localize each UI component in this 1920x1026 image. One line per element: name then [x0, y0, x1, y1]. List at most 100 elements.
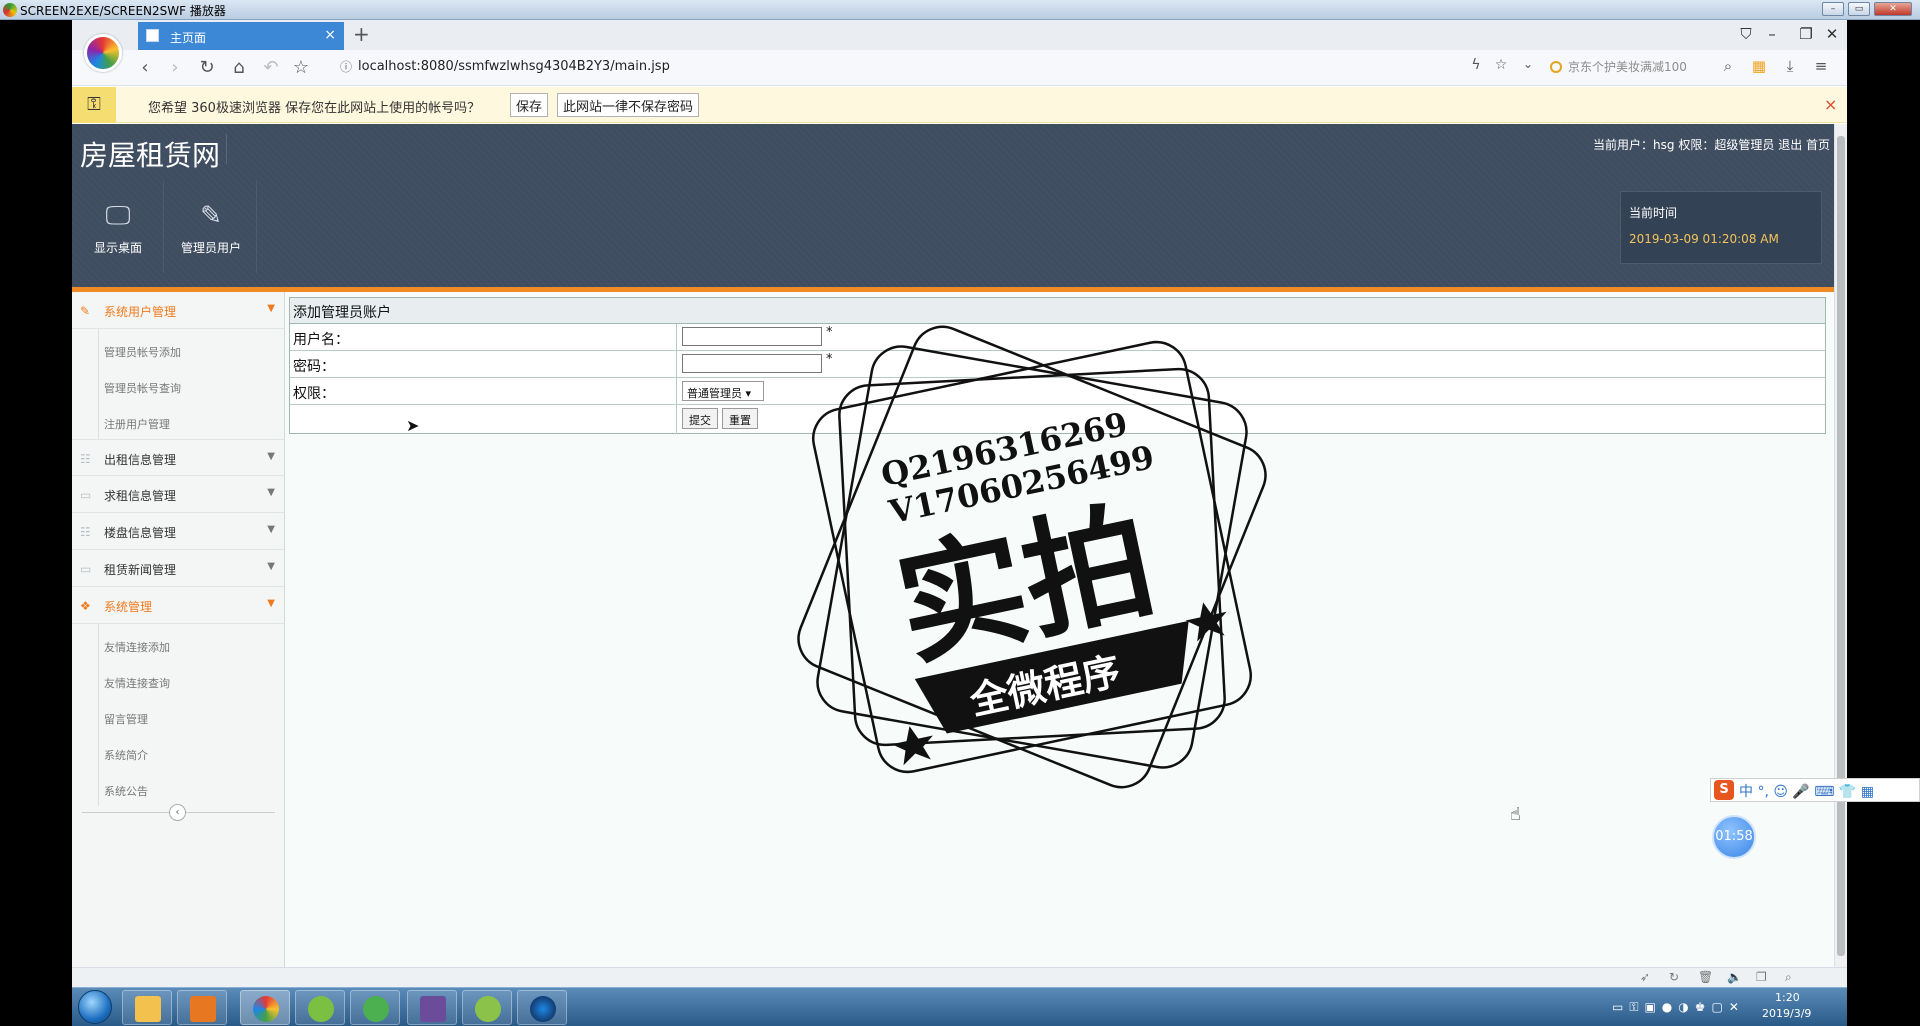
player-minimize-button[interactable]: – — [1822, 2, 1844, 16]
clock-time[interactable]: 1:20 — [1775, 991, 1800, 1004]
taskbar-app-green[interactable] — [350, 990, 400, 1025]
skin-icon[interactable]: ⛉ — [1736, 25, 1756, 43]
zoom-icon[interactable]: ⌕ — [1785, 970, 1792, 985]
download-icon[interactable]: ⤓ — [1779, 57, 1801, 75]
ie-icon — [308, 996, 334, 1022]
home-button[interactable]: ⌂ — [228, 57, 250, 78]
sidebar: ✎ 系统用户管理 ▼ 管理员帐号添加 管理员帐号查询 注册用户管理 ☷ 出租信息… — [72, 292, 285, 987]
menu-group-properties[interactable]: ☷ 楼盘信息管理 ▼ — [72, 513, 285, 550]
admin-user-tile[interactable]: ✎ 管理员用户 — [165, 181, 257, 273]
start-button[interactable] — [78, 990, 112, 1024]
system-tray-icons[interactable]: ▭⚿▣●◑♚▢✕ — [1612, 1000, 1745, 1015]
sidebar-item-admin-query[interactable]: 管理员帐号查询 — [104, 380, 181, 396]
new-tab-button[interactable]: + — [353, 22, 370, 46]
window-minimize-button[interactable]: – — [1762, 25, 1782, 43]
menu-group-news[interactable]: ▭ 租赁新闻管理 ▼ — [72, 550, 285, 587]
chevron-down-icon: ▼ — [267, 561, 275, 572]
menu-group-label: 系统管理 — [104, 600, 153, 614]
refresh-icon[interactable]: ↻ — [1669, 970, 1679, 984]
menu-group-rent-out[interactable]: ☷ 出租信息管理 ▼ — [72, 439, 285, 476]
apps-icon[interactable]: ▦ — [1748, 57, 1770, 75]
favorite-button[interactable]: ☆ — [290, 57, 312, 78]
forward-button[interactable]: › — [164, 57, 186, 78]
reset-button[interactable]: 重置 — [722, 408, 758, 429]
rocket-icon[interactable]: ➶ — [1640, 970, 1650, 984]
reload-button[interactable]: ↻ — [196, 57, 218, 78]
sidebar-item-intro[interactable]: 系统简介 — [104, 747, 148, 763]
window-restore-button[interactable]: ❐ — [1796, 25, 1816, 43]
taskbar-explorer[interactable] — [122, 990, 172, 1025]
never-save-button[interactable]: 此网站一律不保存密码 — [557, 93, 700, 117]
menu-group-system-users[interactable]: ✎ 系统用户管理 ▼ — [72, 292, 285, 329]
sidebar-item-link-query[interactable]: 友情连接查询 — [104, 675, 170, 691]
taskbar-app-leaf[interactable] — [462, 990, 512, 1025]
save-password-button[interactable]: 保存 — [510, 93, 549, 117]
player-close-button[interactable]: ✕ — [1874, 2, 1912, 16]
taskbar: ▭⚿▣●◑♚▢✕ 1:20 2019/3/9 — [72, 987, 1847, 1026]
sidebar-item-admin-add[interactable]: 管理员帐号添加 — [104, 344, 181, 360]
window-close-button[interactable]: ✕ — [1822, 25, 1842, 43]
menu-group-label: 楼盘信息管理 — [104, 526, 177, 540]
sidebar-item-notice[interactable]: 系统公告 — [104, 783, 148, 799]
menu-group-system[interactable]: ❖ 系统管理 ▼ — [72, 587, 285, 624]
role-select[interactable]: 普通管理员 ▾ — [682, 381, 764, 401]
username-label: 用户名： — [293, 332, 349, 348]
dark-app-icon — [530, 996, 556, 1022]
sidebar-item-link-add[interactable]: 友情连接添加 — [104, 639, 170, 655]
volume-icon[interactable]: 🔈 — [1727, 970, 1742, 984]
role-label: 权限： — [293, 386, 335, 402]
back-button[interactable]: ‹ — [134, 57, 156, 78]
taskbar-media-player[interactable] — [177, 990, 227, 1025]
submenu-line — [98, 624, 99, 806]
player-maximize-button[interactable]: ▭ — [1848, 2, 1870, 16]
password-input[interactable] — [682, 354, 822, 373]
username-input[interactable] — [682, 327, 822, 346]
current-user: hsg — [1653, 138, 1675, 152]
sidebar-item-registered-users[interactable]: 注册用户管理 — [104, 416, 170, 432]
bookmark-icon[interactable]: ☆ — [1490, 57, 1512, 73]
window-icon[interactable]: ❐ — [1756, 970, 1767, 984]
menu-group-label: 求租信息管理 — [104, 489, 177, 503]
required-mark: * — [826, 352, 833, 367]
monitor-icon: 🖵 — [105, 201, 131, 231]
current-time-box: 当前时间 2019-03-09 01:20:08 AM — [1620, 191, 1822, 264]
submit-button[interactable]: 提交 — [682, 408, 718, 429]
taskbar-ie[interactable] — [295, 990, 345, 1025]
tab-strip: 主页面 × + ⛉ – ❐ ✕ — [72, 20, 1847, 50]
home-link[interactable]: 首页 — [1806, 138, 1830, 152]
folder-icon — [135, 996, 161, 1022]
logout-link[interactable]: 退出 — [1778, 138, 1802, 152]
menu-group-seek-rent[interactable]: ▭ 求租信息管理 ▼ — [72, 476, 285, 513]
speed-icon[interactable]: ϟ — [1465, 57, 1487, 73]
search-placeholder: 京东个护美妆满减100 — [1568, 60, 1687, 74]
dropdown-icon[interactable]: ⌄ — [1517, 57, 1539, 71]
time-value: 2019-03-09 01:20:08 AM — [1629, 232, 1779, 246]
undo-button[interactable]: ↶ — [260, 57, 282, 78]
chevron-down-icon: ▼ — [267, 524, 275, 535]
browser-logo-icon[interactable] — [84, 34, 122, 72]
tab-main[interactable]: 主页面 × — [138, 22, 344, 50]
menu-group-label: 出租信息管理 — [104, 453, 177, 467]
menu-group-label: 租赁新闻管理 — [104, 563, 177, 577]
collapse-sidebar-button[interactable]: ‹ — [169, 804, 186, 821]
ime-toolbar[interactable]: S 中 °, ☺ 🎤 ⌨ 👕 ▦ — [1710, 778, 1920, 802]
chevron-down-icon: ▼ — [267, 487, 275, 498]
trash-icon[interactable]: 🗑 — [1698, 970, 1713, 984]
player-logo-icon — [3, 3, 17, 17]
show-desktop-tile[interactable]: 🖵 显示桌面 — [72, 181, 164, 273]
clock-date[interactable]: 2019/3/9 — [1762, 1007, 1811, 1020]
url-field[interactable]: ⓘ localhost:8080/ssmfwzlwhsg4304B2Y3/mai… — [338, 55, 1238, 79]
tab-close-icon[interactable]: × — [324, 27, 336, 43]
close-icon[interactable]: × — [1824, 95, 1837, 114]
taskbar-app-tools[interactable] — [407, 990, 457, 1025]
menu-icon[interactable]: ≡ — [1810, 57, 1832, 75]
page-scrollbar[interactable] — [1834, 124, 1847, 987]
mouse-cursor-icon: ➤ — [406, 416, 420, 435]
taskbar-360-browser[interactable] — [240, 990, 290, 1025]
taskbar-app-dark[interactable] — [517, 990, 567, 1025]
sidebar-item-messages[interactable]: 留言管理 — [104, 711, 148, 727]
search-icon[interactable]: ⌕ — [1717, 57, 1739, 75]
current-role: 超级管理员 — [1714, 138, 1775, 152]
address-toolbar: ‹ › ↻ ⌂ ↶ ☆ ⓘ localhost:8080/ssmfwzlwhsg… — [72, 50, 1847, 86]
scrollbar-thumb[interactable] — [1837, 136, 1845, 956]
